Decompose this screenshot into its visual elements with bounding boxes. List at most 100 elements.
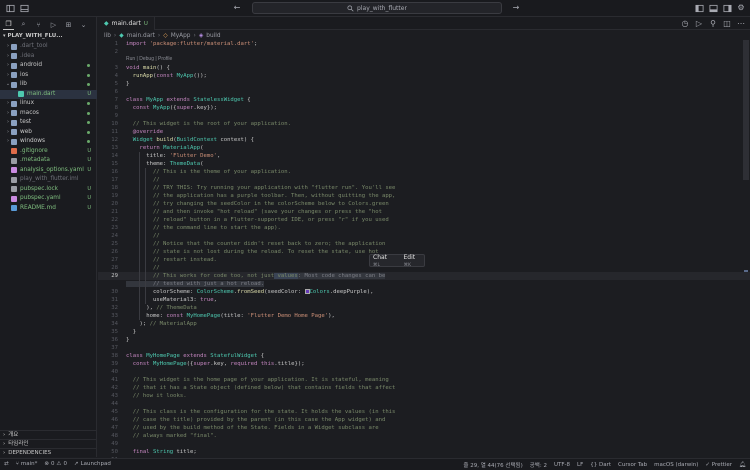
errors-count: 0 (51, 461, 55, 467)
outline-section[interactable]: › 개요 (0, 430, 97, 439)
device-selector[interactable]: macOS (darwin) (654, 462, 698, 468)
chevron-down-icon[interactable]: ⌄ (78, 19, 89, 30)
code-line: 35 } (111, 329, 137, 335)
layout-right-icon[interactable] (722, 3, 732, 13)
remote-indicator[interactable]: ⇄ (4, 461, 9, 467)
cursor-position[interactable]: 줄 29, 열 44(76 선택됨) (463, 461, 522, 469)
chevron-right-icon: › (3, 432, 6, 438)
breadcrumb-item[interactable]: build (206, 33, 220, 39)
outline-label: 개요 (8, 432, 19, 438)
run-icon[interactable]: ▷ (694, 19, 704, 29)
tree-item[interactable]: › linux (0, 99, 97, 109)
git-untracked-badge: U (87, 185, 91, 192)
folder-icon (11, 43, 17, 50)
line-ending[interactable]: LF (577, 462, 583, 468)
tree-item-label: pubspec.lock (20, 185, 59, 192)
tree-item-label: .metadata (20, 157, 50, 163)
tree-item[interactable]: .gitignore U (0, 147, 97, 157)
prettier-status[interactable]: ✓ Prettier (705, 462, 732, 468)
explorer-files-icon[interactable]: ❐ (3, 19, 14, 30)
tree-item[interactable]: .metadata U (0, 156, 97, 166)
tree-item[interactable]: › ios (0, 71, 97, 81)
scrollbar-thumb[interactable] (743, 40, 749, 180)
back-arrow-icon[interactable]: ← (232, 3, 242, 13)
tree-item-label: analysis_options.yaml (20, 166, 84, 173)
tab-main-dart[interactable]: ◆ main.dart U (98, 17, 155, 30)
tree-item[interactable]: › android (0, 61, 97, 71)
encoding[interactable]: UTF-8 (554, 462, 570, 468)
branch-indicator[interactable]: ⑂ main* (16, 461, 38, 467)
tree-item[interactable]: play_with_flutter.iml (0, 175, 97, 185)
tree-item[interactable]: main.dart U (0, 89, 97, 99)
tree-item[interactable]: › windows (0, 137, 97, 147)
breadcrumb-item[interactable]: main.dart (127, 33, 155, 39)
tree-item[interactable]: › macos (0, 109, 97, 119)
tree-item[interactable]: › test (0, 118, 97, 128)
language-mode[interactable]: {} Dart (590, 462, 611, 468)
breadcrumb-item[interactable]: MyApp (171, 33, 191, 39)
tree-item[interactable]: ⌄ lib (0, 80, 97, 90)
code-line: 4 runApp(const MyApp()); (114, 73, 207, 79)
dependencies-section[interactable]: › DEPENDENCIES (0, 448, 97, 457)
source-control-icon[interactable]: ⑂ (33, 19, 44, 30)
tree-item-label: windows (20, 138, 46, 144)
edit-shortcut: ⌘K (403, 262, 411, 268)
chat-label: Chat (373, 253, 388, 261)
layout-left-icon[interactable] (694, 3, 704, 13)
settings-gear-icon[interactable]: ⚙ (736, 3, 746, 13)
code-line: 12 Widget build(BuildContext context) { (111, 137, 255, 143)
chevron-right-icon: › (157, 32, 161, 39)
code-line: 45 // This class is the configuration fo… (111, 409, 396, 415)
search-icon[interactable]: ⌕ (18, 19, 29, 30)
breadcrumb-item[interactable]: lib (104, 33, 111, 39)
explorer-header[interactable]: ▾ PLAY_WITH_FLU... (0, 31, 97, 41)
forward-arrow-icon[interactable]: → (511, 3, 521, 13)
git-untracked-badge: U (87, 166, 91, 173)
code-line: 19 // the application has a purple toolb… (111, 193, 396, 199)
more-actions-icon[interactable]: ⋯ (736, 19, 746, 29)
tree-item-label: README.md (20, 204, 56, 211)
launchpad-button[interactable]: ➚ Launchpad (74, 461, 111, 467)
tree-item[interactable]: pubspec.yaml U (0, 194, 97, 204)
folder-icon (11, 62, 17, 69)
extensions-icon[interactable]: ⊞ (63, 19, 74, 30)
code-line: 33 home: const MyHomePage(title: 'Flutte… (111, 313, 335, 319)
timeline-section[interactable]: › 타임라인 (0, 439, 97, 448)
chevron-right-icon: › (3, 450, 6, 456)
tree-item[interactable]: pubspec.lock U (0, 185, 97, 195)
layout-bottom-icon[interactable] (708, 3, 718, 13)
split-editor-icon[interactable]: ◫ (722, 19, 732, 29)
git-modified-dot (87, 102, 90, 105)
code-editor[interactable]: 1 import 'package:flutter/material.dart';… (98, 40, 750, 458)
tree-item[interactable]: analysis_options.yaml U (0, 166, 97, 176)
explorer-root-label: PLAY_WITH_FLU... (7, 33, 63, 39)
notifications-bell-icon[interactable]: 🔔︎ (739, 462, 746, 468)
tree-item[interactable]: README.md U (0, 204, 97, 214)
history-icon[interactable]: ◷ (680, 19, 690, 29)
branch-label: main* (20, 461, 38, 467)
git-modified-dot (87, 140, 90, 143)
tree-item[interactable]: › web (0, 128, 97, 138)
chat-action[interactable]: Chat ⌘L (373, 254, 395, 268)
error-icon: ⊗ (44, 461, 50, 467)
run-debug-icon[interactable]: ▷ (48, 19, 59, 30)
sidebar-toggle-icon[interactable] (5, 3, 15, 13)
panel-toggle-icon[interactable] (19, 3, 29, 13)
code-line: 41 // This widget is the home page of yo… (111, 377, 389, 383)
tree-item[interactable]: › .idea (0, 52, 97, 62)
tree-item-label: .dart_tool (20, 43, 48, 49)
codelens-run-debug-profile[interactable]: Run | Debug | Profile (126, 56, 172, 62)
tree-item[interactable]: › .dart_tool (0, 42, 97, 52)
problems-indicator[interactable]: ⊗ 0 ⚠ 0 (44, 461, 67, 467)
command-center[interactable]: play_with_flutter (252, 2, 502, 14)
debug-icon[interactable]: ⚲ (708, 19, 718, 29)
edit-action[interactable]: Edit ⌘K (403, 254, 424, 268)
code-line-current: 29 // This works for code too, not just … (98, 272, 750, 280)
file-tree: › .dart_tool › .idea › android › ios ⌄ lib main.da… (0, 42, 97, 213)
cursor-tab-toggle[interactable]: Cursor Tab (618, 462, 647, 468)
tree-item-label: play_with_flutter.iml (20, 176, 79, 182)
chevron-down-icon: ▾ (3, 33, 6, 39)
indentation[interactable]: 공백: 2 (530, 461, 547, 469)
code-line: 40 (111, 369, 118, 375)
dart-file-icon (18, 91, 24, 98)
